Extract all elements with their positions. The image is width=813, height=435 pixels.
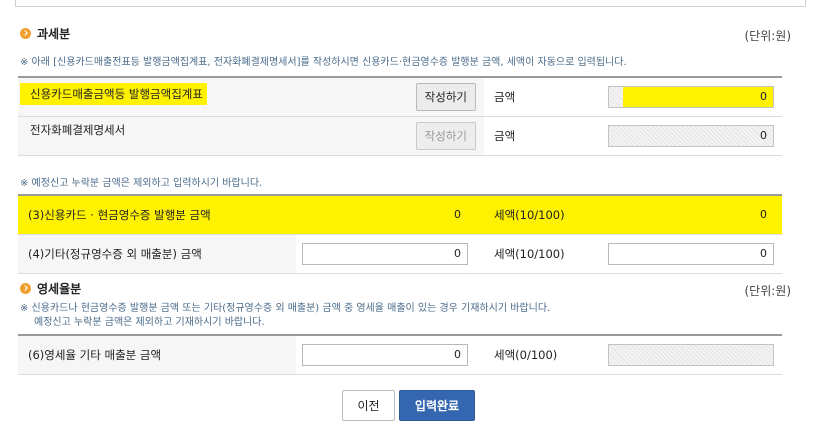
previous-section-box [15,0,806,7]
card-sales-summary-row: 신용카드매출금액등 발행금액집계표 작성하기 금액 0 [18,76,782,117]
zero-rated-other-label: (6)영세율 기타 매출분 금액 [18,334,296,375]
write-e-money-button[interactable]: 작성하기 [415,122,476,150]
zero-rated-amount-input[interactable]: 0 [302,344,468,366]
amount-cell: 0 [296,234,484,274]
tax-label: 세액(0/100) [484,334,602,375]
write-card-summary-button[interactable]: 작성하기 [415,83,476,111]
e-money-amount-field: 0 [608,125,774,147]
row-label-cell: 전자화폐결제명세서 작성하기 [18,116,484,156]
card-receipt-tax-input[interactable]: 0 [608,204,774,226]
zero-rated-note-line1: ※ 신용카드나 현금영수증 발행분 금액 또는 기타(정규영수증 외 매출분) … [20,303,551,314]
e-money-statement-label: 전자화폐결제명세서 [30,123,126,137]
amount-cell: 0 [296,334,484,375]
section-title: 영세율분 [37,281,82,296]
auto-input-note: ※ 아래 [신용카드매출전표등 발행금액집계표, 전자화폐결제명세서]를 작성하… [20,57,627,68]
tax-cell: 0 [602,234,782,274]
highlight-overlay [623,87,773,107]
zero-rated-other-row: (6)영세율 기타 매출분 금액 0 세액(0/100) [18,334,782,375]
zero-rated-note-line2: 예정신고 누락분 금액은 제외하고 기재하시기 바랍니다. [34,317,265,328]
other-sales-tax-input[interactable]: 0 [608,243,774,265]
card-receipt-label: (3)신용카드 · 현금영수증 발행분 금액 [18,194,296,235]
zero-rated-tax-field [608,344,774,366]
tax-cell [602,334,782,375]
statement-table: 신용카드매출금액등 발행금액집계표 작성하기 금액 0 전자화폐결제명세서 작성… [18,76,782,156]
other-sales-row: (4)기타(정규영수증 외 매출분) 금액 0 세액(10/100) 0 [18,234,782,274]
tax-label: 세액(10/100) [484,234,602,274]
amount-cell: 0 [602,116,782,156]
card-sales-summary-label: 신용카드매출금액등 발행금액집계표 [20,83,207,105]
zero-rated-table: (6)영세율 기타 매출분 금액 0 세액(0/100) [18,334,782,375]
tax-label: 세액(10/100) [484,194,602,235]
zero-rated-section-header: 영세율분 [20,280,81,296]
submit-button[interactable]: 입력완료 [399,390,475,421]
other-sales-amount-input[interactable]: 0 [302,243,468,265]
amount-cell: 0 [602,76,782,117]
e-money-statement-row: 전자화폐결제명세서 작성하기 금액 0 [18,116,782,156]
taxable-section-header: 과세분 [20,25,70,41]
tax-cell: 0 [602,194,782,235]
amount-label: 금액 [484,116,602,156]
amount-label: 금액 [484,76,602,117]
unit-label: (단위:원) [744,29,791,43]
taxable-amount-table: (3)신용카드 · 현금영수증 발행분 금액 0 세액(10/100) 0 (4… [18,194,782,274]
amount-cell: 0 [296,194,484,235]
section-bullet-icon [20,282,31,294]
card-summary-amount-field: 0 [608,86,774,108]
other-sales-label: (4)기타(정규영수증 외 매출분) 금액 [18,234,296,274]
section-bullet-icon [20,27,31,39]
amount-value: 0 [760,90,767,103]
card-receipt-row: (3)신용카드 · 현금영수증 발행분 금액 0 세액(10/100) 0 [18,194,782,235]
row-label-cell: 신용카드매출금액등 발행금액집계표 작성하기 [18,76,484,117]
exclude-note: ※ 예정신고 누락분 금액은 제외하고 입력하시기 바랍니다. [20,178,263,189]
section-title: 과세분 [37,26,71,41]
card-receipt-amount-input[interactable]: 0 [302,204,468,226]
unit-label: (단위:원) [744,284,791,298]
prev-button[interactable]: 이전 [342,390,395,421]
